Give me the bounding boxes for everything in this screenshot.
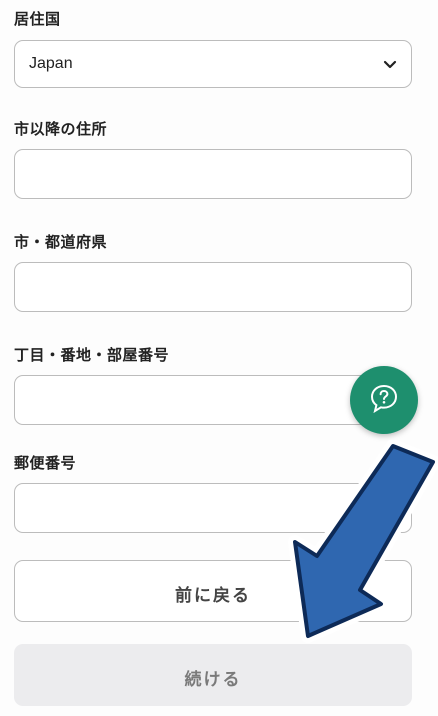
help-chat-icon xyxy=(370,384,398,414)
country-label: 居住国 xyxy=(14,10,61,28)
back-button[interactable]: 前に戻る xyxy=(14,560,412,622)
country-select-value: Japan xyxy=(29,55,73,72)
address-line-input[interactable] xyxy=(14,149,412,199)
postal-code-label: 郵便番号 xyxy=(14,454,77,472)
chevron-down-icon xyxy=(383,60,397,69)
continue-button-label: 続ける xyxy=(184,670,242,690)
continue-button[interactable]: 続ける xyxy=(14,644,412,706)
city-prefecture-label: 市・都道府県 xyxy=(14,233,108,251)
country-select[interactable]: Japan xyxy=(14,40,412,88)
help-chat-button[interactable] xyxy=(350,366,418,434)
city-prefecture-input[interactable] xyxy=(14,262,412,312)
address-line-label: 市以降の住所 xyxy=(14,120,108,138)
back-button-label: 前に戻る xyxy=(175,586,251,606)
postal-code-input[interactable] xyxy=(14,483,412,533)
address-form-page: 居住国 Japan 市以降の住所 市・都道府県 丁目・番地・部屋番号 郵便番号 … xyxy=(0,0,438,716)
block-building-label: 丁目・番地・部屋番号 xyxy=(14,346,170,364)
